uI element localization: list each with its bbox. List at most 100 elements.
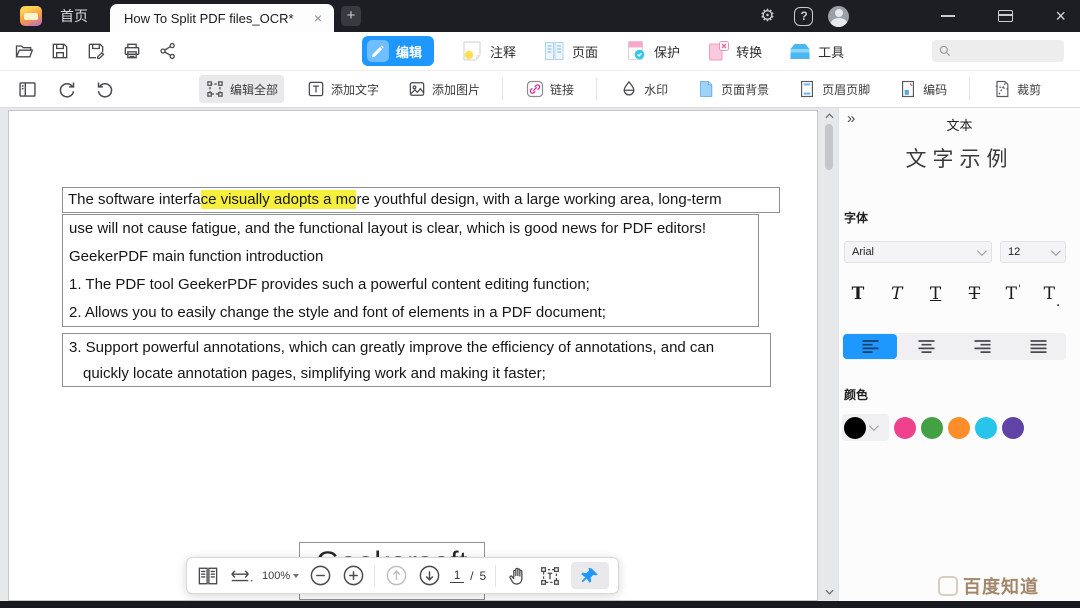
color-swatch-green[interactable] xyxy=(921,417,943,439)
align-right-button[interactable] xyxy=(955,334,1009,359)
tab-close-icon[interactable]: × xyxy=(310,10,326,26)
share-button[interactable] xyxy=(158,41,178,61)
tab-page[interactable]: 页面 xyxy=(542,39,598,63)
text-block-2[interactable]: use will not cause fatigue, and the func… xyxy=(62,214,759,327)
save-button[interactable] xyxy=(50,41,70,61)
search-input[interactable] xyxy=(952,44,1052,58)
scroll-up-arrow-icon[interactable] xyxy=(822,110,836,122)
text-block-1[interactable]: The software interface visually adopts a… xyxy=(62,187,780,213)
print-button[interactable] xyxy=(122,41,142,61)
save-as-button[interactable] xyxy=(86,41,106,61)
undo-button[interactable] xyxy=(94,78,116,100)
zoom-out-button[interactable] xyxy=(308,564,332,588)
link-button[interactable]: 链接 xyxy=(519,75,580,103)
crop-button[interactable]: 裁剪 xyxy=(986,75,1047,103)
edit-pencil-icon xyxy=(366,39,390,63)
scrollbar-thumb[interactable] xyxy=(825,124,833,170)
settings-gear-icon[interactable]: ⚙ xyxy=(755,6,779,26)
new-tab-button[interactable]: + xyxy=(341,6,361,26)
pdf-editor-window: 首页 How To Split PDF files_OCR* × + ⚙ ? × xyxy=(0,0,1080,608)
tab-convert[interactable]: 转换 xyxy=(706,39,762,63)
plus-circle-icon xyxy=(342,564,365,587)
printer-icon xyxy=(122,41,142,61)
window-maximize-button[interactable] xyxy=(998,10,1013,22)
previous-page-button[interactable] xyxy=(384,564,408,588)
strikethrough-button[interactable]: T xyxy=(960,284,988,310)
search-box[interactable] xyxy=(932,40,1064,62)
select-text-tool-button[interactable] xyxy=(538,564,562,588)
align-left-button[interactable] xyxy=(843,334,897,359)
color-swatch-cyan[interactable] xyxy=(975,417,997,439)
underline-button[interactable]: T xyxy=(922,284,950,310)
tab-protect-label: 保护 xyxy=(654,42,680,61)
tab-protect[interactable]: 保护 xyxy=(624,39,680,63)
text-block-3[interactable]: 3. Support powerful annotations, which c… xyxy=(62,333,771,387)
scroll-down-arrow-icon[interactable] xyxy=(822,586,836,598)
next-page-button[interactable] xyxy=(417,564,441,588)
protect-icon xyxy=(624,39,648,63)
header-footer-button[interactable]: 页眉页脚 xyxy=(791,75,876,103)
watermark-button[interactable]: 水印 xyxy=(613,75,674,103)
color-swatch-pink[interactable] xyxy=(894,417,916,439)
subscript-button[interactable]: T. xyxy=(1038,284,1066,310)
align-justify-button[interactable] xyxy=(1011,334,1065,359)
pages-icon xyxy=(542,39,566,63)
document-tab[interactable]: How To Split PDF files_OCR* × xyxy=(110,4,334,32)
tab-annotate[interactable]: 注释 xyxy=(460,39,516,63)
add-text-label: 添加文字 xyxy=(331,81,379,98)
add-text-button[interactable]: 添加文字 xyxy=(300,75,385,103)
minus-circle-icon xyxy=(309,564,332,587)
page-background-button[interactable]: 页面背景 xyxy=(690,75,775,103)
italic-button[interactable]: T xyxy=(883,284,911,310)
redo-button[interactable] xyxy=(55,78,77,100)
vertical-scrollbar[interactable] xyxy=(822,110,836,598)
titlebar: 首页 How To Split PDF files_OCR* × + ⚙ ? × xyxy=(0,0,1080,32)
zoom-in-button[interactable] xyxy=(341,564,365,588)
color-section-label: 颜色 xyxy=(844,386,868,403)
watermark-label: 水印 xyxy=(644,81,668,98)
tab-edit[interactable]: 编辑 xyxy=(362,36,434,66)
help-icon[interactable]: ? xyxy=(794,7,813,26)
superscript-button[interactable]: T' xyxy=(999,284,1027,310)
titlebar-controls: ⚙ ? × xyxy=(755,6,1080,27)
add-image-icon xyxy=(407,79,427,99)
edit-all-button[interactable]: 编辑全部 xyxy=(199,75,284,103)
current-page-input[interactable]: 1 xyxy=(450,568,464,583)
align-justify-icon xyxy=(1029,339,1048,354)
current-color-button[interactable] xyxy=(842,414,889,441)
tab-tools[interactable]: 工具 xyxy=(788,39,844,63)
user-avatar[interactable] xyxy=(828,6,849,27)
superscript-mark: ' xyxy=(1018,284,1021,295)
two-page-view-button[interactable] xyxy=(196,564,220,588)
add-image-label: 添加图片 xyxy=(432,81,480,98)
color-swatch-black[interactable] xyxy=(844,417,866,439)
arrow-up-circle-icon xyxy=(385,564,408,587)
page-indicator: 1 / 5 xyxy=(450,568,486,583)
sidebar-toggle-button[interactable] xyxy=(16,78,38,100)
bates-numbering-button[interactable]: 编码 xyxy=(892,75,953,103)
align-center-button[interactable] xyxy=(899,334,953,359)
home-button[interactable]: 首页 xyxy=(60,6,88,26)
pin-toolbar-button[interactable] xyxy=(571,562,609,589)
toolbar-divider xyxy=(596,78,597,100)
window-minimize-button[interactable] xyxy=(941,15,955,17)
font-size-dropdown[interactable]: 12 xyxy=(1000,241,1066,263)
sticky-note-icon xyxy=(460,39,484,63)
hand-tool-button[interactable] xyxy=(505,564,529,588)
pdf-page[interactable]: The software interface visually adopts a… xyxy=(8,110,818,601)
fit-width-button[interactable] xyxy=(229,564,253,588)
color-swatch-purple[interactable] xyxy=(1002,417,1024,439)
watermark-text: 百度知道 xyxy=(963,573,1039,599)
window-close-button[interactable]: × xyxy=(1055,7,1066,25)
zoom-level-dropdown[interactable]: 100% xyxy=(262,570,299,582)
watermark-drop-icon xyxy=(619,79,639,99)
link-icon xyxy=(525,79,545,99)
text-line: 2. Allows you to easily change the style… xyxy=(69,299,752,327)
hand-tool-icon xyxy=(506,565,528,587)
color-swatch-orange[interactable] xyxy=(948,417,970,439)
bold-button[interactable]: T xyxy=(844,284,872,310)
font-family-dropdown[interactable]: Arial xyxy=(844,241,992,263)
add-image-button[interactable]: 添加图片 xyxy=(401,75,486,103)
open-file-button[interactable] xyxy=(14,41,34,61)
crop-label: 裁剪 xyxy=(1017,81,1041,98)
